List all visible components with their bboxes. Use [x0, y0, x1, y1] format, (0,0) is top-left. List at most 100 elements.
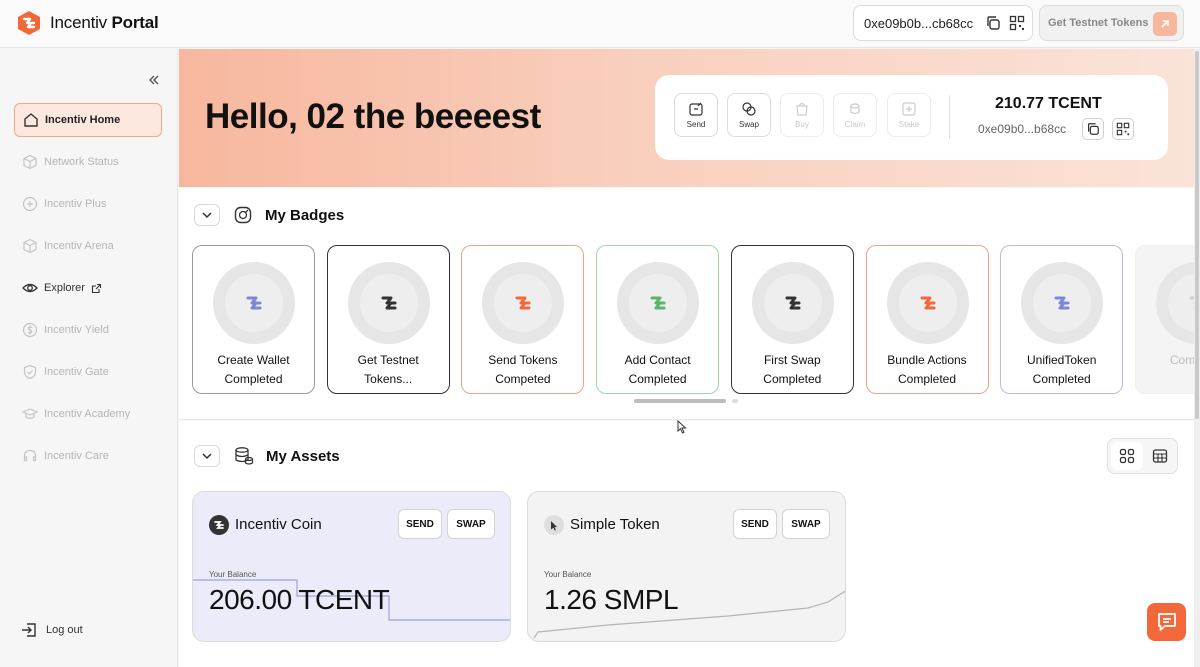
top-bar: Incentiv Portal 0xe09b0b...cb68cc Get Te… [0, 0, 1200, 48]
coins-icon [850, 103, 860, 115]
sidebar-item-incentiv-yield[interactable]: Incentiv Yield [14, 313, 162, 347]
external-link-icon [91, 283, 102, 293]
asset-send-button[interactable]: SEND [398, 509, 442, 539]
plus-circle-icon [22, 196, 38, 212]
asset-name: Incentiv Coin [235, 516, 322, 533]
wallet-address-pill[interactable]: 0xe09b0b...cb68cc [853, 5, 1033, 41]
swap-action-button[interactable]: Swap [727, 93, 771, 137]
asset-send-button[interactable]: SEND [733, 509, 777, 539]
sidebar-item-incentiv-arena[interactable]: Incentiv Arena [14, 229, 162, 263]
send-action-button[interactable]: Send [674, 93, 718, 137]
stake-icon [902, 102, 916, 116]
badge-card[interactable]: Com [1134, 245, 1194, 394]
sidebar-item-network-status[interactable]: Network Status [14, 145, 162, 179]
home-icon [24, 113, 38, 127]
sidebar-item-incentiv-academy[interactable]: Incentiv Academy [14, 397, 162, 431]
collapse-assets-button[interactable] [194, 445, 220, 467]
grid-view-button[interactable] [1111, 442, 1143, 470]
sidebar-item-label: Explorer [44, 282, 85, 294]
graduation-cap-icon [22, 408, 38, 419]
shield-icon [23, 364, 37, 380]
app-logo[interactable]: Incentiv Portal [16, 10, 159, 36]
badge-medallion [1155, 262, 1194, 344]
sidebar-item-label: Incentiv Gate [44, 366, 109, 378]
get-testnet-tokens-button[interactable]: Get Testnet Tokens [1039, 5, 1184, 41]
sidebar-item-label: Incentiv Academy [44, 408, 131, 420]
logout-icon [22, 623, 36, 637]
badges-scroll-thumb[interactable] [634, 399, 726, 403]
copy-address-button[interactable] [1082, 118, 1104, 140]
cube-icon [23, 154, 37, 170]
badge-label: First Swap Completed [763, 353, 822, 386]
sidebar-item-label: Incentiv Home [45, 114, 121, 126]
incentiv-badge-icon [246, 296, 262, 310]
view-toggle [1107, 438, 1178, 474]
collapse-badges-button[interactable] [194, 204, 220, 226]
sidebar-item-incentiv-home[interactable]: Incentiv Home [14, 103, 162, 137]
stake-action-button[interactable]: Stake [887, 93, 931, 137]
swap-action-label: Swap [738, 120, 759, 129]
sidebar-item-label: Incentiv Care [44, 450, 109, 462]
badge-medallion [347, 262, 430, 344]
badge-card[interactable]: Create Wallet Completed [192, 245, 315, 394]
page-scrollbar[interactable] [1194, 49, 1200, 667]
cube-icon [23, 238, 37, 254]
badge-card[interactable]: First Swap Completed [730, 245, 854, 394]
support-chat-button[interactable] [1147, 603, 1186, 641]
copy-icon[interactable] [985, 15, 1001, 31]
send-icon [689, 102, 703, 116]
total-balance: 210.77 TCENT [995, 95, 1102, 112]
sidebar-item-incentiv-gate[interactable]: Incentiv Gate [14, 355, 162, 389]
swap-icon [742, 102, 756, 116]
sidebar-item-explorer[interactable]: Explorer [14, 271, 162, 305]
page-scrollbar-thumb[interactable] [1195, 51, 1199, 419]
incentiv-badge-icon [650, 296, 666, 310]
wallet-summary-card: Send Swap Buy Claim Stake 210.77 TCENT 0… [655, 75, 1168, 160]
qr-code-button[interactable] [1112, 118, 1134, 140]
asset-swap-button[interactable]: SWAP [782, 509, 830, 539]
badge-label: Get Testnet Tokens... [357, 353, 419, 386]
sidebar-item-incentiv-care[interactable]: Incentiv Care [14, 439, 162, 473]
badge-card[interactable]: Send Tokens Competed [461, 245, 585, 394]
logout-label: Log out [46, 624, 83, 636]
collapse-sidebar-icon[interactable] [146, 72, 162, 88]
buy-action-button[interactable]: Buy [780, 93, 824, 137]
incentiv-logo-icon [18, 11, 40, 35]
shopping-bag-icon [796, 102, 808, 116]
badge-card[interactable]: Bundle Actions Completed [865, 245, 989, 394]
incentiv-coin-icon [209, 515, 229, 535]
table-icon [1152, 449, 1168, 463]
badge-medallion [617, 262, 700, 344]
asset-swap-button[interactable]: SWAP [447, 509, 495, 539]
chevron-down-icon [202, 453, 212, 460]
balance-label: Your Balance [544, 570, 592, 579]
badge-card[interactable]: Get Testnet Tokens... [326, 245, 450, 394]
mouse-cursor-icon [677, 420, 687, 434]
asset-card-simple-token[interactable]: Simple Token SEND SWAP Your Balance 1.26… [527, 491, 846, 642]
incentiv-badge-icon [785, 296, 801, 310]
get-testnet-tokens-label: Get Testnet Tokens [1048, 17, 1149, 29]
badge-medallion [886, 262, 969, 344]
badges-section: My Badges Create Wallet Completed Get Test… [179, 188, 1194, 420]
coin-stack-icon [235, 447, 254, 465]
asset-card-incentiv-coin[interactable]: Incentiv Coin SEND SWAP Your Balance 206… [192, 491, 511, 642]
claim-action-button[interactable]: Claim [833, 93, 877, 137]
badges-scroll-track[interactable] [732, 399, 738, 403]
sidebar: Incentiv Home Network Status Incentiv Pl… [0, 49, 178, 667]
badge-card[interactable]: Add Contact Completed [596, 245, 720, 394]
asset-balance: 1.26 SMPL [544, 584, 679, 615]
qr-code-icon[interactable] [1009, 15, 1025, 31]
sidebar-item-incentiv-plus[interactable]: Incentiv Plus [14, 187, 162, 221]
chevron-down-icon [202, 212, 212, 219]
claim-action-label: Claim [844, 120, 866, 129]
sidebar-item-label: Incentiv Arena [44, 240, 114, 252]
incentiv-badge-icon [920, 296, 935, 310]
badge-card[interactable]: UnifiedToken Completed [1000, 245, 1124, 394]
stake-action-label: Stake [898, 120, 920, 129]
badges-title: My Badges [265, 207, 345, 224]
logout-button[interactable]: Log out [20, 621, 83, 639]
greeting-title: Hello, 02 the beeeest [205, 97, 541, 136]
copy-icon [1088, 123, 1099, 135]
table-view-button[interactable] [1144, 442, 1176, 470]
buy-action-label: Buy [795, 120, 809, 129]
